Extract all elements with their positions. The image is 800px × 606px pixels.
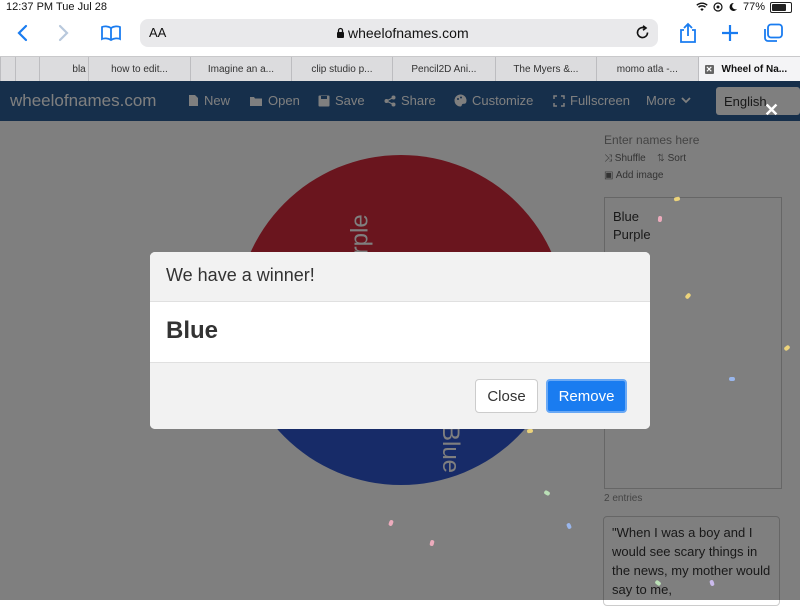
close-tab-icon[interactable]: ✕: [704, 64, 714, 74]
battery-percent: 77%: [742, 1, 765, 13]
chevron-left-icon: [17, 24, 28, 42]
tab-label: Wheel of Na...: [721, 63, 788, 75]
browser-toolbar: AA wheelofnames.com: [0, 16, 800, 54]
tab-clip-studio[interactable]: clip studio p...: [290, 57, 392, 81]
status-bar: 12:37 PM Tue Jul 28 77%: [0, 0, 800, 16]
tab-overview-button[interactable]: [760, 16, 786, 50]
dialog-title: We have a winner!: [166, 265, 315, 285]
tab-pinned-2[interactable]: [14, 57, 40, 81]
status-time: 12:37 PM: [6, 1, 54, 13]
tab-bar: bla how to edit... Imagine an a... clip …: [0, 56, 800, 81]
tab-label: clip studio p...: [311, 63, 373, 75]
tab-label: Pencil2D Ani...: [411, 63, 477, 75]
status-indicators: 77%: [696, 1, 792, 13]
tab-label: The Myers &...: [513, 63, 579, 75]
share-icon: [680, 22, 696, 43]
tab-label: Imagine an a...: [207, 63, 275, 75]
confetti-piece: [657, 215, 663, 223]
new-tab-button[interactable]: [718, 16, 742, 50]
lock-icon: [337, 27, 344, 38]
winner-name: Blue: [166, 317, 219, 344]
moon-icon: [729, 2, 737, 11]
tab-wheel-of-names[interactable]: ✕ Wheel of Na...: [697, 57, 800, 81]
tab-how-to-edit[interactable]: how to edit...: [87, 57, 190, 81]
tabs-icon: [764, 23, 783, 42]
close-overlay-icon[interactable]: ✕: [764, 100, 779, 121]
wifi-icon: [696, 2, 708, 11]
tab-bla[interactable]: bla: [39, 57, 87, 81]
reload-icon[interactable]: [635, 25, 650, 40]
book-icon: [101, 25, 121, 42]
tab-pencil2d[interactable]: Pencil2D Ani...: [392, 57, 494, 81]
url-text: wheelofnames.com: [348, 25, 469, 41]
plus-icon: [722, 25, 738, 41]
tab-label: how to edit...: [111, 63, 168, 75]
tab-label: momo atla -...: [616, 63, 678, 75]
address-bar[interactable]: AA wheelofnames.com: [140, 19, 658, 47]
chevron-right-icon: [58, 24, 69, 42]
confetti-piece: [728, 376, 736, 382]
dialog-body: Blue: [150, 302, 650, 362]
tab-label: bla: [72, 63, 86, 75]
status-date: Tue Jul 28: [56, 1, 107, 13]
tab-pinned-1[interactable]: [0, 57, 15, 81]
close-button[interactable]: Close: [475, 379, 538, 413]
winner-dialog: We have a winner! Blue Close Remove: [150, 252, 650, 429]
tab-myers[interactable]: The Myers &...: [494, 57, 596, 81]
tab-momo-atla[interactable]: momo atla -...: [596, 57, 697, 81]
bookmarks-button[interactable]: [97, 16, 125, 50]
text-size-button[interactable]: AA: [149, 25, 166, 40]
location-icon: [713, 2, 723, 12]
back-button[interactable]: [10, 16, 34, 50]
dialog-footer: Close Remove: [150, 362, 650, 429]
forward-button[interactable]: [52, 16, 76, 50]
dialog-header: We have a winner!: [150, 252, 650, 302]
remove-button[interactable]: Remove: [546, 379, 627, 413]
share-button[interactable]: [676, 16, 700, 50]
tab-imagine[interactable]: Imagine an a...: [190, 57, 290, 81]
battery-icon: [770, 1, 792, 13]
